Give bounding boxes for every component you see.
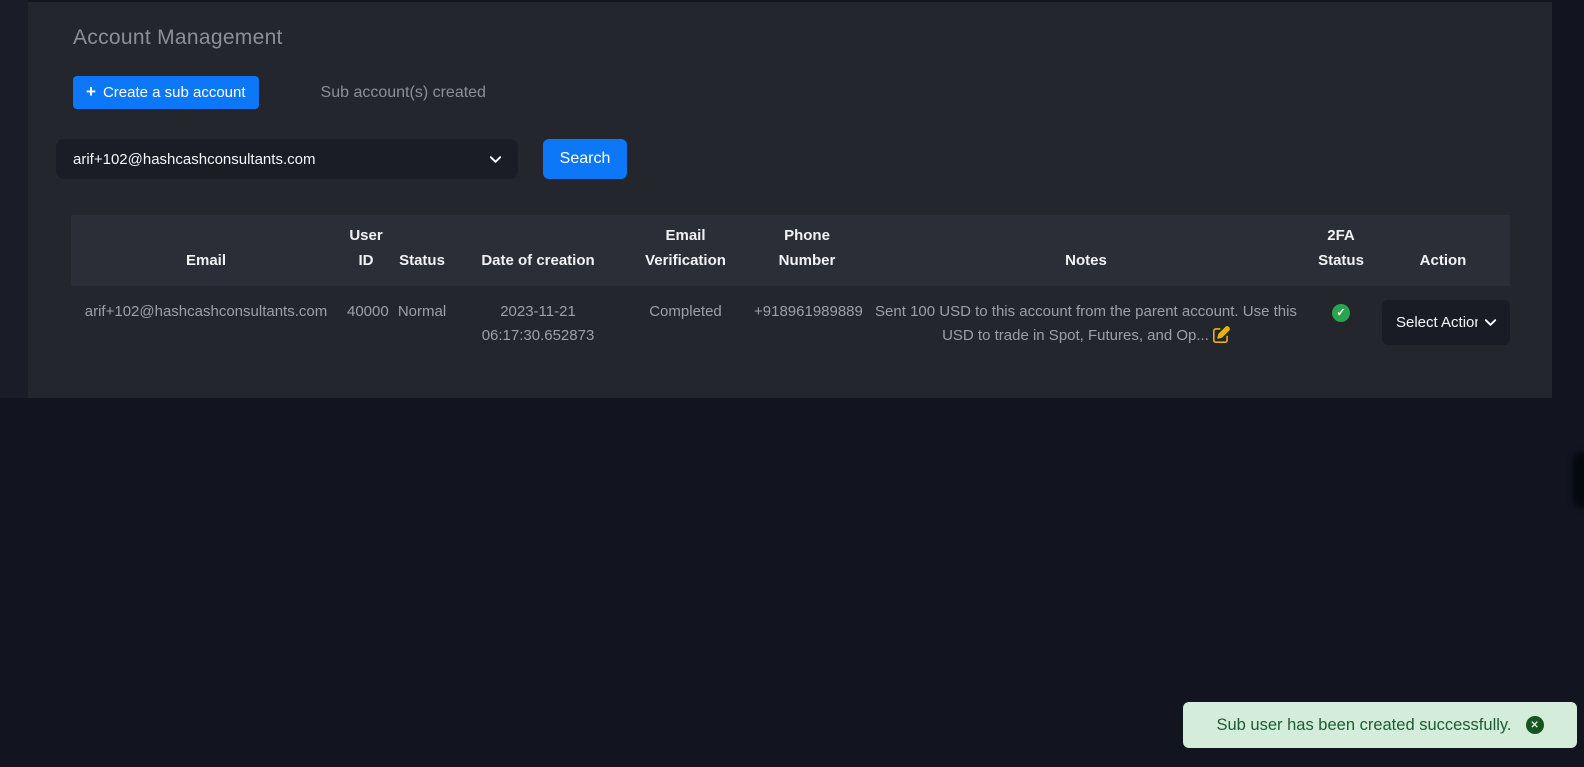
notes-cell: Sent 100 USD to this account from the pa… [866,286,1306,362]
search-row: arif+102@hashcashconsultants.com Search [56,139,1552,179]
table-row: arif+102@hashcashconsultants.com 40000 N… [71,286,1510,362]
sub-accounts-table: Email User ID Status Date of creation Em… [71,215,1510,362]
close-icon[interactable]: ✕ [1525,716,1544,734]
email-verification-cell: Completed [649,303,722,320]
plus-icon: + [86,82,96,101]
header-email: Email [71,215,341,286]
success-toast: Sub user has been created successfully. … [1183,702,1577,748]
twofa-enabled-check-icon: ✓ [1332,304,1350,322]
sub-accounts-created-label: Sub account(s) created [320,83,486,101]
search-button[interactable]: Search [543,139,627,179]
header-user-id: User ID [341,215,391,286]
phone-number-cell: +918961989889 [754,303,863,320]
scrollbar-shadow [1573,452,1584,508]
action-select[interactable]: Select Action [1382,300,1510,345]
toast-message: Sub user has been created successfully. [1216,715,1512,734]
action-cell: Select Action [1376,286,1510,362]
chevron-down-icon [1484,319,1497,326]
account-select[interactable]: arif+102@hashcashconsultants.com [56,139,518,179]
header-2fa-status: 2FA Status [1306,215,1376,286]
left-gutter [0,0,28,398]
actions-row: + Create a sub account Sub account(s) cr… [73,76,1552,109]
action-select-label: Select Action [1396,313,1478,331]
header-notes: Notes [866,215,1306,286]
notes-text: Sent 100 USD to this account from the pa… [875,303,1297,344]
edit-note-icon[interactable] [1212,326,1230,343]
user-id-cell: 40000 [347,303,389,320]
table-header-row: Email User ID Status Date of creation Em… [71,215,1510,286]
header-action: Action [1376,215,1510,286]
status-cell: Normal [397,303,447,320]
chevron-down-icon [489,155,502,163]
header-phone-number: Phone Number [748,215,866,286]
header-email-verification: Email Verification [623,215,748,286]
create-sub-account-button[interactable]: + Create a sub account [73,76,259,109]
page-title: Account Management [73,26,283,49]
header-status: Status [391,215,453,286]
create-sub-account-label: Create a sub account [102,84,246,101]
account-management-panel: Account Management + Create a sub accoun… [28,2,1552,398]
twofa-status-cell: ✓ [1306,286,1376,362]
date-of-creation-cell: 2023-11-21 06:17:30.652873 [481,303,595,344]
email-cell: arif+102@hashcashconsultants.com [84,303,328,320]
header-date-of-creation: Date of creation [453,215,623,286]
account-select-value: arif+102@hashcashconsultants.com [73,150,316,168]
